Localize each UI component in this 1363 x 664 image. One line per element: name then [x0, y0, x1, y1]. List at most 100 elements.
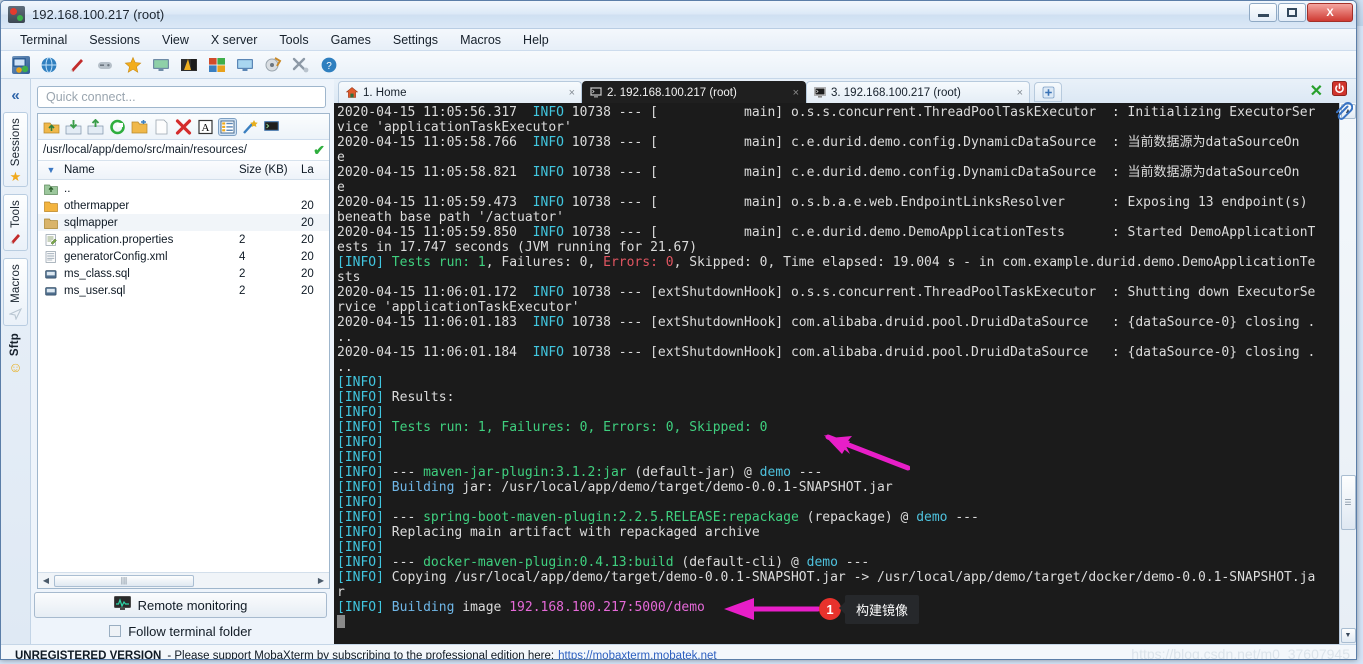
tab-close-icon[interactable]: × [559, 87, 575, 99]
new-file-icon[interactable] [153, 119, 170, 135]
remote-monitoring-label: Remote monitoring [137, 597, 248, 613]
packages-icon[interactable] [264, 56, 282, 74]
globe-icon[interactable] [40, 56, 58, 74]
list-item[interactable]: sqlmapper 20 [38, 214, 329, 231]
magic-wand-icon[interactable] [241, 119, 258, 135]
sort-chevron-down-icon[interactable]: ▼ [38, 165, 64, 175]
sql-file-icon [38, 285, 64, 297]
power-icon[interactable] [1332, 81, 1347, 101]
tab-home[interactable]: 1. Home × [338, 81, 582, 103]
menu-x-server[interactable]: X server [200, 31, 269, 49]
tab-bar-right-icons: ✕ [1310, 81, 1356, 103]
properties-file-icon [38, 233, 64, 246]
remote-monitoring-button[interactable]: Remote monitoring [34, 592, 327, 618]
terminal-area: 1. Home × 2. 192.168.100.217 (root) × 3.… [334, 79, 1356, 644]
settings-tools-icon[interactable] [292, 56, 310, 74]
sftp-path-text[interactable]: /usr/local/app/demo/src/main/resources/ [43, 144, 247, 156]
mobaxterm-link[interactable]: https://mobaxterm.mobatek.net [558, 650, 717, 660]
rail-group-macros[interactable]: Macros [3, 258, 28, 327]
terminal-line: 2020-04-15 11:05:58.766 INFO 10738 --- [… [337, 135, 1300, 150]
menu-settings[interactable]: Settings [382, 31, 449, 49]
file-last: 20 [301, 284, 314, 297]
menu-tools[interactable]: Tools [268, 31, 319, 49]
title-bar: 192.168.100.217 (root) X [1, 1, 1356, 29]
upload-folder-icon[interactable] [43, 119, 60, 135]
quick-connect-input[interactable]: Quick connect... [37, 86, 326, 108]
follow-terminal-folder-checkbox[interactable] [109, 625, 122, 637]
list-item[interactable]: .. [38, 180, 329, 197]
close-button[interactable]: X [1307, 3, 1353, 22]
minimize-button[interactable] [1249, 3, 1277, 22]
terminal-line: [INFO] [337, 435, 384, 450]
file-name: application.properties [64, 233, 174, 246]
tab-close-icon[interactable]: × [783, 87, 799, 99]
terminal-line: [INFO] [337, 375, 384, 390]
scroll-down-icon[interactable]: ▼ [1340, 628, 1356, 643]
multiexec-icon[interactable] [208, 56, 226, 74]
maximize-button[interactable] [1278, 3, 1306, 22]
display-icon[interactable] [152, 56, 170, 74]
new-tab-button[interactable] [1034, 82, 1062, 102]
download-icon[interactable] [65, 119, 82, 135]
column-size[interactable]: Size (KB) [239, 164, 301, 176]
terminal-line: 2020-04-15 11:06:01.183 INFO 10738 --- [… [337, 315, 1316, 330]
minimize-icon [1257, 14, 1269, 17]
column-last-modified[interactable]: La [301, 164, 329, 176]
rail-group-sftp[interactable]: Sftp ☺ [8, 333, 22, 374]
terminal-cursor-line [337, 615, 1339, 630]
list-item[interactable]: ms_class.sql 2 20 [38, 265, 329, 282]
terminal-icon[interactable] [263, 119, 280, 135]
folder-icon [38, 200, 64, 212]
scroll-right-icon[interactable]: ▶ [315, 576, 327, 585]
xserver-icon[interactable] [180, 56, 198, 74]
menu-help[interactable]: Help [512, 31, 560, 49]
terminal-vertical-scrollbar[interactable]: ▲ ☰ ▼ [1339, 103, 1356, 644]
menu-sessions[interactable]: Sessions [78, 31, 151, 49]
delete-icon[interactable] [175, 118, 192, 135]
rail-group-sessions[interactable]: Sessions ★ [3, 112, 28, 188]
tab-label: 2. 192.168.100.217 (root) [607, 86, 737, 99]
collapse-sidebar-button[interactable]: « [11, 87, 19, 104]
terminal-output[interactable]: 2020-04-15 11:05:56.317 INFO 10738 --- [… [334, 103, 1339, 644]
paperclip-icon[interactable] [1333, 101, 1354, 126]
menu-games[interactable]: Games [320, 31, 382, 49]
scrollbar-track[interactable]: ☰ [1340, 119, 1356, 628]
rail-group-tools[interactable]: Tools [3, 194, 28, 252]
list-item[interactable]: application.properties 2 20 [38, 231, 329, 248]
upload-icon[interactable] [87, 118, 104, 135]
file-last: 20 [301, 250, 314, 263]
scroll-left-icon[interactable]: ◀ [40, 576, 52, 585]
terminal-line: e [337, 180, 345, 195]
list-view-icon[interactable] [218, 117, 237, 136]
remote-desktop-icon[interactable] [236, 56, 254, 74]
favorites-star-icon[interactable] [124, 56, 142, 74]
file-name: generatorConfig.xml [64, 250, 168, 263]
refresh-icon[interactable] [109, 119, 126, 135]
menu-view[interactable]: View [151, 31, 200, 49]
terminal-line: [INFO] --- maven-jar-plugin:3.1.2:jar (d… [337, 465, 823, 480]
list-item[interactable]: generatorConfig.xml 4 20 [38, 248, 329, 265]
scrollbar-thumb[interactable]: ||| [54, 574, 194, 587]
file-last: 20 [301, 216, 314, 229]
list-item[interactable]: othermapper 20 [38, 197, 329, 214]
text-mode-icon[interactable]: A [197, 119, 214, 135]
games-icon[interactable] [96, 56, 114, 74]
menu-macros[interactable]: Macros [449, 31, 512, 49]
xserver-x-icon[interactable]: ✕ [1310, 81, 1323, 101]
horizontal-scrollbar[interactable]: ◀ ||| ▶ [38, 572, 329, 588]
tab-session-2[interactable]: 2. 192.168.100.217 (root) × [582, 81, 806, 103]
tab-label: 3. 192.168.100.217 (root) [831, 86, 961, 99]
follow-terminal-folder-row[interactable]: Follow terminal folder [31, 618, 330, 644]
new-folder-icon[interactable] [131, 119, 148, 135]
terminal-line: sts [337, 270, 361, 285]
help-icon[interactable]: ? [320, 56, 338, 74]
list-item[interactable]: ms_user.sql 2 20 [38, 282, 329, 299]
column-name[interactable]: Name [64, 164, 239, 176]
menu-terminal[interactable]: Terminal [9, 31, 78, 49]
terminal-wrapper: 2020-04-15 11:05:56.317 INFO 10738 --- [… [334, 101, 1356, 644]
tools-knife-icon[interactable] [68, 56, 86, 74]
session-icon[interactable] [12, 55, 30, 74]
tab-close-icon[interactable]: × [1007, 87, 1023, 99]
scrollbar-thumb[interactable]: ☰ [1340, 475, 1356, 531]
tab-session-3[interactable]: 3. 192.168.100.217 (root) × [806, 81, 1030, 103]
